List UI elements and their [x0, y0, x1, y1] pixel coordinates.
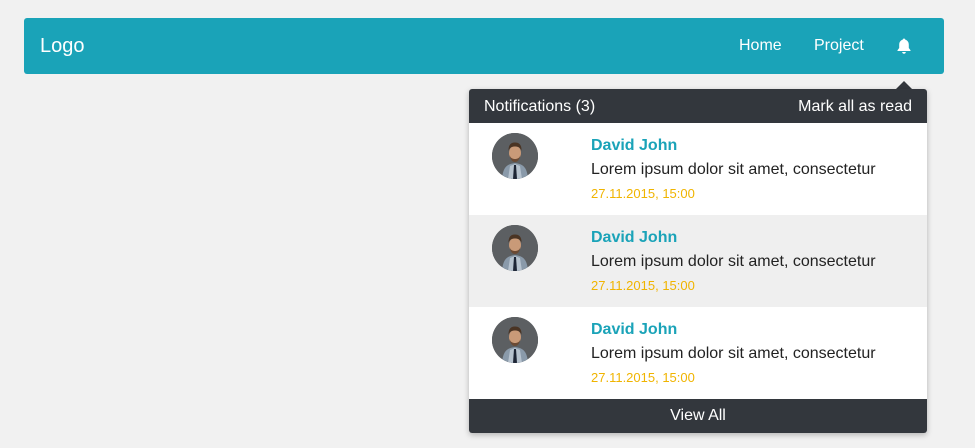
notification-item[interactable]: David John Lorem ipsum dolor sit amet, c… [469, 307, 927, 399]
notifications-header: Notifications (3) Mark all as read [469, 89, 927, 123]
notification-text: Lorem ipsum dolor sit amet, consectetur [591, 345, 876, 362]
notification-item[interactable]: David John Lorem ipsum dolor sit amet, c… [469, 123, 927, 215]
notification-text: Lorem ipsum dolor sit amet, consectetur [591, 253, 876, 270]
notifications-title: Notifications (3) [484, 98, 596, 115]
notification-name[interactable]: David John [591, 137, 677, 155]
avatar [492, 225, 538, 271]
notification-time: 27.11.2015, 15:00 [591, 278, 695, 293]
bell-icon[interactable] [895, 37, 913, 55]
notification-time: 27.11.2015, 15:00 [591, 370, 695, 385]
mark-all-read-link[interactable]: Mark all as read [798, 98, 912, 115]
navbar: Logo Home Project [24, 18, 944, 74]
notification-time: 27.11.2015, 15:00 [591, 186, 695, 201]
nav-link-project[interactable]: Project [814, 37, 864, 55]
avatar [492, 133, 538, 179]
nav-link-home[interactable]: Home [739, 37, 782, 55]
notification-name[interactable]: David John [591, 229, 677, 247]
notification-item[interactable]: David John Lorem ipsum dolor sit amet, c… [469, 215, 927, 307]
view-all-button[interactable]: View All [469, 399, 927, 433]
notifications-dropdown: Notifications (3) Mark all as read David… [469, 89, 927, 433]
avatar [492, 317, 538, 363]
dropdown-caret [896, 81, 912, 89]
logo[interactable]: Logo [40, 35, 85, 57]
notification-name[interactable]: David John [591, 321, 677, 339]
notification-text: Lorem ipsum dolor sit amet, consectetur [591, 161, 876, 178]
